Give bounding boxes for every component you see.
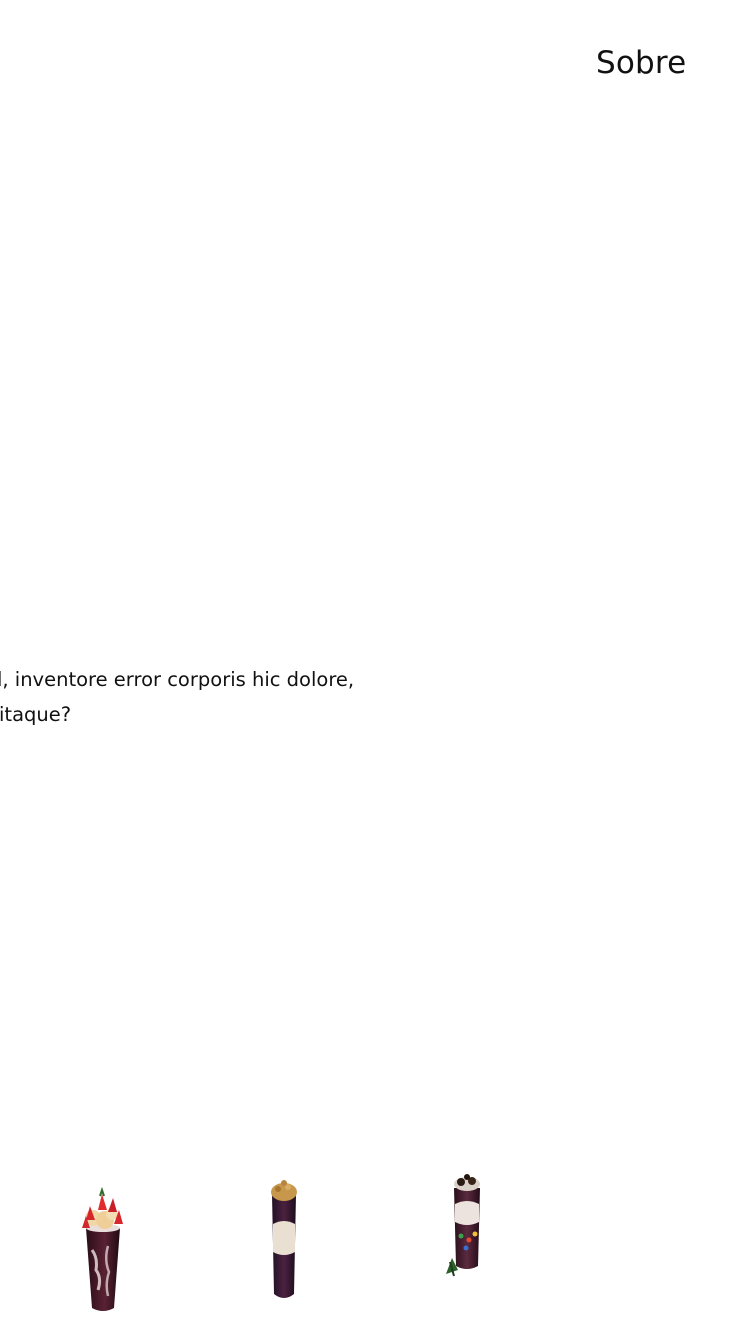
chocolate-cookie-acai-cup-image [446, 1174, 480, 1277]
hero-description-line-1: d, inventore error corporis hic dolore, [0, 668, 355, 691]
top-navigation: Sobre [0, 0, 756, 120]
nav-link-sobre[interactable]: Sobre [596, 43, 686, 83]
product-gallery [0, 1160, 756, 1344]
hero-description: d, inventore error corporis hic dolore, … [0, 662, 450, 732]
product-granola-acai-cup[interactable] [266, 1178, 302, 1304]
hero-description-line-2: itaque? [0, 703, 72, 726]
product-chocolate-cookie-acai-cup[interactable] [444, 1174, 488, 1278]
page: Sobre d, inventore error corporis hic do… [0, 0, 756, 1344]
granola-acai-cup-image [271, 1180, 297, 1298]
strawberry-acai-cup-image [82, 1186, 123, 1311]
product-strawberry-acai-cup[interactable] [78, 1186, 128, 1314]
